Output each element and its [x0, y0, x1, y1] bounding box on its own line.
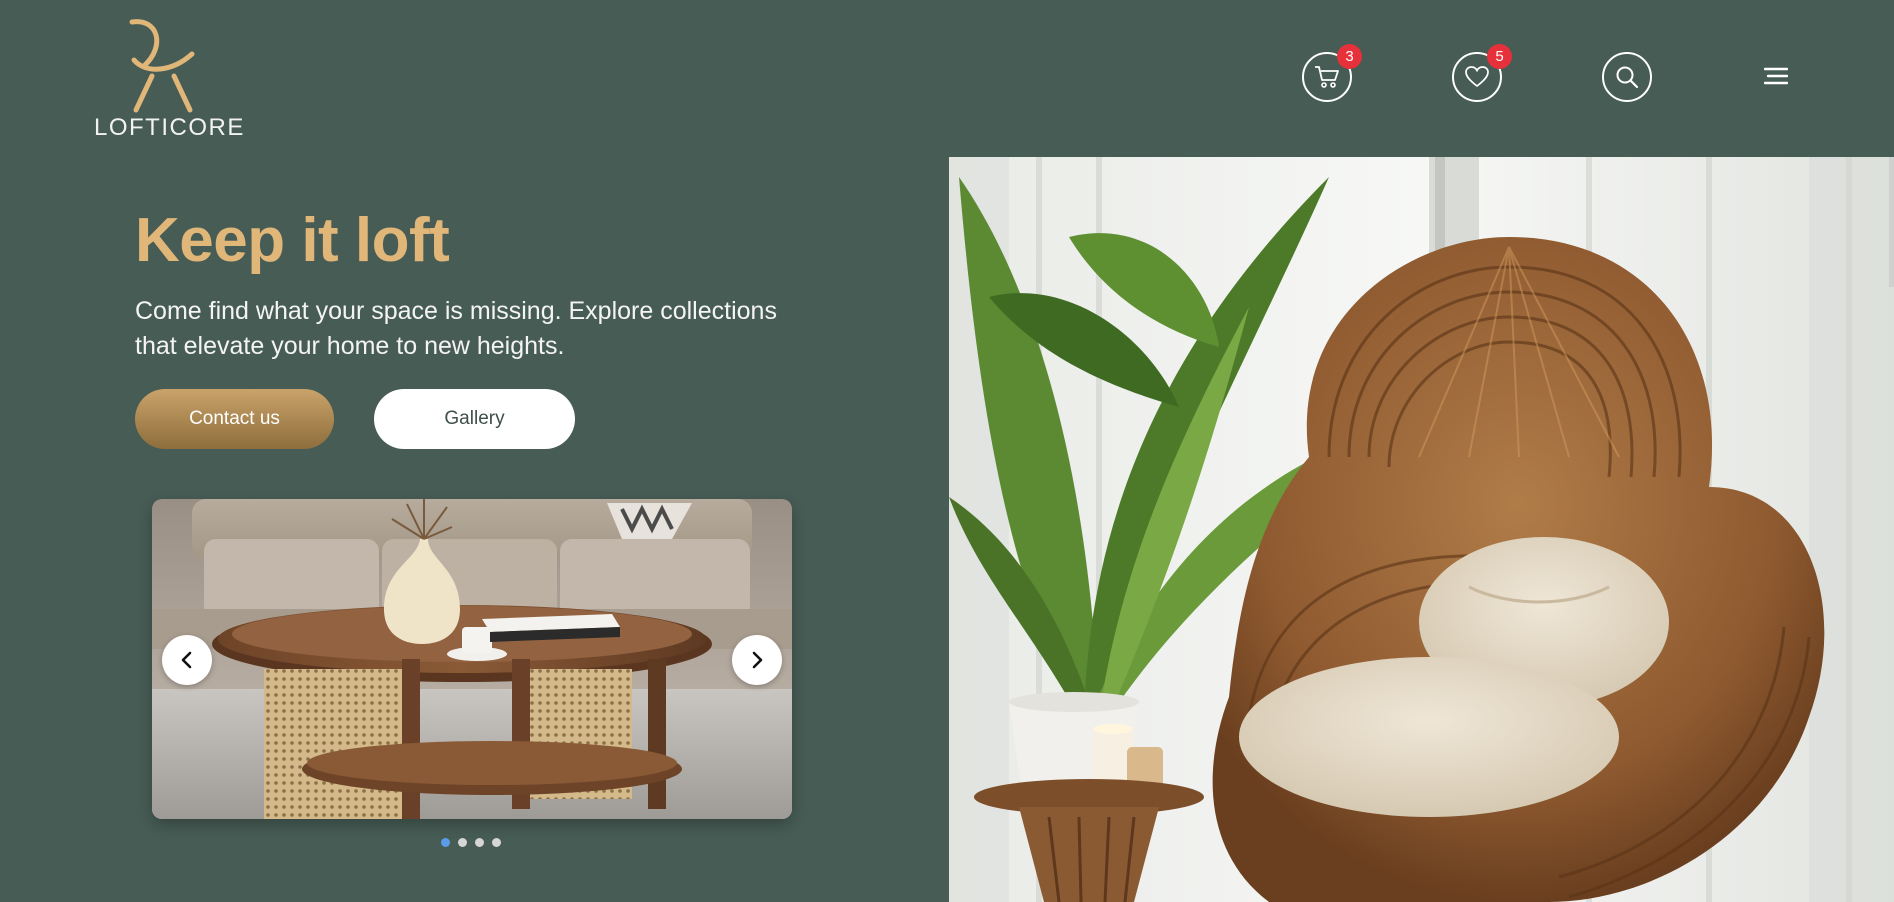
search-button[interactable]	[1602, 52, 1652, 102]
hero-image	[949, 157, 1894, 902]
wishlist-count-badge: 5	[1487, 44, 1512, 69]
hero-title: Keep it loft	[135, 206, 450, 275]
logo-mark-icon	[129, 19, 195, 113]
brand-logo[interactable]: LOFTICORE	[92, 16, 245, 141]
chevron-right-icon	[752, 651, 763, 669]
contact-us-button[interactable]: Contact us	[135, 389, 334, 449]
cart-icon	[1315, 66, 1339, 88]
gallery-button[interactable]: Gallery	[374, 389, 575, 449]
rattan-chair-image	[949, 157, 1894, 902]
brand-name: LOFTICORE	[94, 114, 245, 141]
carousel-dot-1[interactable]	[441, 838, 450, 847]
chevron-left-icon	[181, 651, 192, 669]
carousel-dot-2[interactable]	[458, 838, 467, 847]
carousel-next-button[interactable]	[732, 635, 782, 685]
carousel-indicators	[441, 838, 501, 847]
carousel-prev-button[interactable]	[162, 635, 212, 685]
carousel-dot-4[interactable]	[492, 838, 501, 847]
wishlist-button[interactable]: 5	[1452, 44, 1512, 102]
product-carousel	[152, 499, 792, 819]
heart-icon	[1465, 66, 1489, 88]
cart-count-badge: 3	[1337, 44, 1362, 69]
carousel-dot-3[interactable]	[475, 838, 484, 847]
page-scrollbar[interactable]	[1889, 157, 1894, 287]
search-icon	[1616, 66, 1639, 89]
menu-button[interactable]	[1763, 66, 1789, 88]
cart-button[interactable]: 3	[1302, 44, 1362, 102]
hamburger-menu-icon	[1763, 67, 1789, 85]
hero-subtitle: Come find what your space is missing. Ex…	[135, 297, 777, 360]
carousel-slide-image	[152, 499, 792, 819]
